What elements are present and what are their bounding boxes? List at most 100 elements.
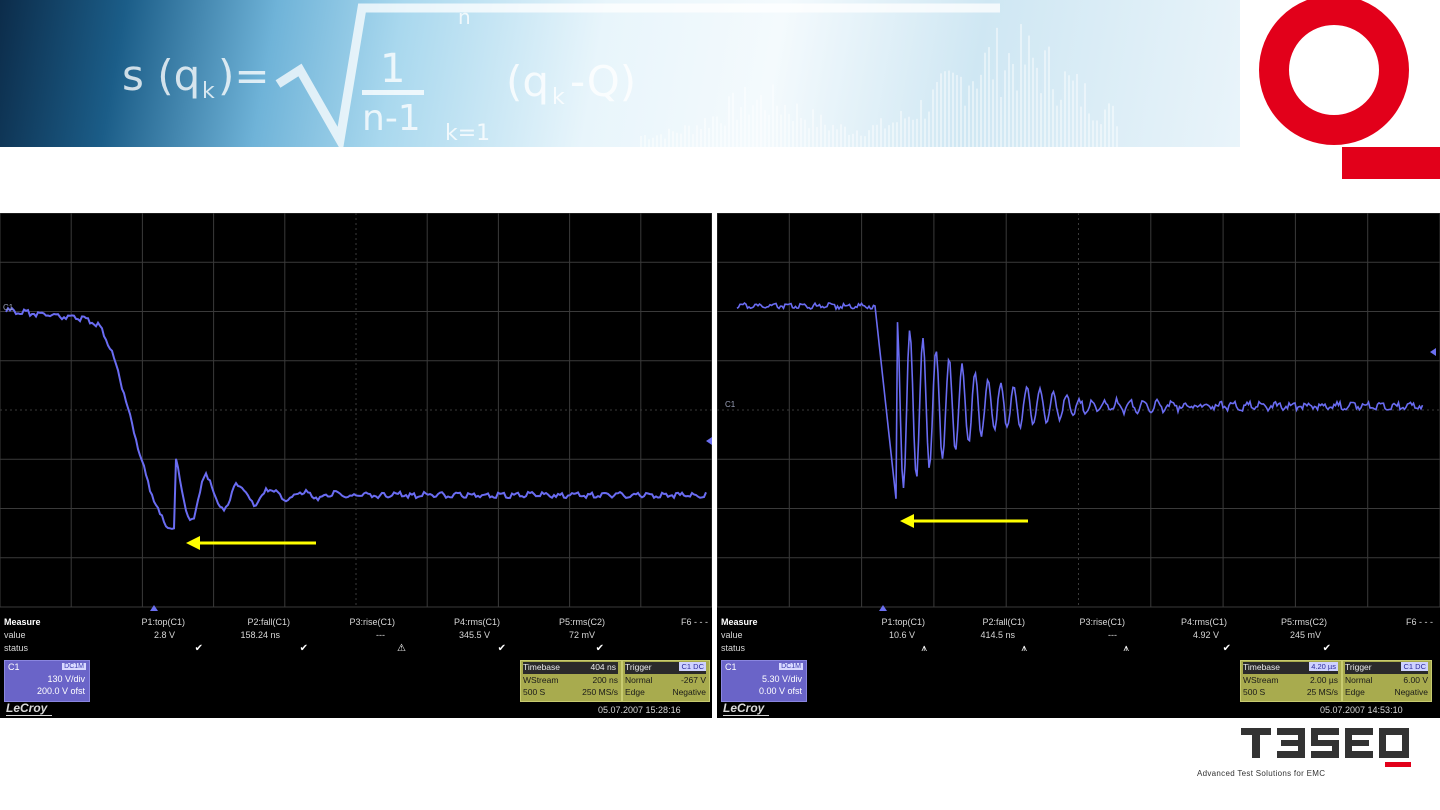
measure-col-name: P3:rise(C1) <box>349 617 395 627</box>
measure-value: 72 mV <box>568 630 595 640</box>
trigger-level-marker <box>706 437 712 445</box>
teseo-logo <box>1241 728 1411 767</box>
stream-label: WStream <box>1243 675 1279 685</box>
status-icon: ✔ <box>1222 643 1231 654</box>
measure-value: --- <box>1108 630 1117 640</box>
lecroy-logo: LeCroy <box>723 701 765 715</box>
measure-value: 10.6 V <box>888 630 915 640</box>
status-icon: ⩚ <box>1123 643 1129 654</box>
measure-col-name: P2:fall(C1) <box>982 617 1025 627</box>
coupling-badge: DC1M <box>62 663 86 670</box>
measure-row-label: value <box>721 630 743 640</box>
measure-value: 158.24 ns <box>240 630 280 640</box>
channel-marker: C1 <box>3 303 14 312</box>
oscilloscope-screen-left: C1 Measure P1:top(C1) P2:fall(C1) P3:ris… <box>0 213 712 718</box>
formula-rhs: (q <box>506 57 549 106</box>
sample-rate: 25 MS/s <box>1306 687 1338 697</box>
fraction-bar <box>362 90 424 95</box>
formula-lhs-sub: k <box>202 79 215 104</box>
measure-col-name: P3:rise(C1) <box>1079 617 1125 627</box>
trigger-box[interactable]: Trigger C1 DC Normal 6.00 V Edge Negative <box>1342 660 1432 702</box>
measure-col-name: F6 - - - <box>681 617 708 627</box>
trigger-mode: Normal <box>625 675 653 685</box>
sample-count: 500 S <box>1243 687 1266 697</box>
coupling-badge: DC1M <box>779 663 803 670</box>
measure-row-label: status <box>721 643 746 653</box>
trigger-source: C1 DC <box>679 662 706 671</box>
measure-col-name: P5:rms(C2) <box>1280 617 1327 627</box>
measure-value: 4.92 V <box>1192 630 1219 640</box>
channel-name: C1 <box>8 662 20 672</box>
highlight-arrow <box>186 536 316 550</box>
measure-value: 2.8 V <box>153 630 175 640</box>
measure-value: 414.5 ns <box>980 630 1015 640</box>
oscilloscope-screen-right: C1 Measure P1:top(C1) P2:fall(C1) P3:ris… <box>717 213 1440 718</box>
measure-col-name: P5:rms(C2) <box>558 617 605 627</box>
measure-title: Measure <box>721 617 758 627</box>
formula-sum-sub: k=1 <box>445 121 490 146</box>
trigger-box[interactable]: Trigger C1 DC Normal -267 V Edge Negative <box>622 660 710 702</box>
sample-rate: 250 MS/s <box>582 687 618 697</box>
lecroy-underline <box>723 715 769 716</box>
channel-marker: C1 <box>725 400 736 409</box>
channel-descriptor-box[interactable]: C1 DC1M 130 V/div 200.0 V ofst <box>4 660 90 702</box>
formula-rhs-sub: k <box>552 85 565 110</box>
header-banner: s (q k )= 1 n-1 n k=1 (q k -Q) <box>0 0 1240 147</box>
vertical-offset: 200.0 V ofst <box>36 686 85 696</box>
lecroy-underline <box>6 715 52 716</box>
stream-value: 200 ns <box>592 675 618 685</box>
logo-tagline: Advanced Test Solutions for EMC <box>1197 769 1326 778</box>
timebase-box[interactable]: Timebase 404 ns WStream 200 ns 500 S 250 MS… <box>520 660 622 702</box>
sample-count: 500 S <box>523 687 546 697</box>
formula-graphic: s (q k )= 1 n-1 n k=1 (q k -Q) <box>122 3 1118 147</box>
trigger-mode: Normal <box>1345 675 1373 685</box>
trigger-level: -267 V <box>680 675 706 685</box>
channel-descriptor-box[interactable]: C1 DC1M 5.30 V/div 0.00 V ofst <box>721 660 807 702</box>
measure-col-name: P2:fall(C1) <box>247 617 290 627</box>
trigger-position-marker <box>879 605 887 611</box>
brand-ring-icon <box>1259 0 1409 145</box>
measure-col-name: P4:rms(C1) <box>453 617 500 627</box>
measure-value: --- <box>376 630 385 640</box>
status-icon: ✔ <box>595 643 604 654</box>
status-icon: ✔ <box>194 643 203 654</box>
trigger-label: Trigger <box>625 662 652 672</box>
trigger-slope: Negative <box>672 687 706 697</box>
formula-numerator: 1 <box>380 46 405 92</box>
timebase-box[interactable]: Timebase 4.20 µs WStream 2.00 µs 500 S 25 M… <box>1240 660 1342 702</box>
channel-name: C1 <box>725 662 737 672</box>
scope-graticule <box>0 213 712 611</box>
measure-value: 245 mV <box>1289 630 1321 640</box>
warning-icon: ⚠ <box>397 643 406 654</box>
status-icon: ✔ <box>299 643 308 654</box>
timebase-label: Timebase <box>523 662 561 672</box>
measure-value: 345.5 V <box>458 630 490 640</box>
status-icon: ⩚ <box>1021 643 1027 654</box>
trigger-position-marker <box>150 605 158 611</box>
trigger-label: Trigger <box>1345 662 1372 672</box>
formula-rhs-tail: -Q) <box>570 57 636 106</box>
trigger-slope: Negative <box>1394 687 1428 697</box>
measure-row-label: status <box>4 643 29 653</box>
timebase-value: 4.20 µs <box>1309 662 1338 671</box>
vertical-scale: 5.30 V/div <box>761 674 802 684</box>
stream-value: 2.00 µs <box>1309 675 1338 685</box>
vertical-scale: 130 V/div <box>47 674 85 684</box>
timestamp: 05.07.2007 14:53:10 <box>1320 705 1403 715</box>
waveform-trace <box>736 301 1424 499</box>
logo-red-underline <box>1385 762 1411 767</box>
measure-col-name: F6 - - - <box>1406 617 1433 627</box>
highlight-arrow <box>900 514 1028 528</box>
stream-label: WStream <box>523 675 559 685</box>
trigger-type: Edge <box>625 687 645 697</box>
trigger-level-marker <box>1430 348 1436 356</box>
timebase-label: Timebase <box>1243 662 1281 672</box>
formula-denominator: n-1 <box>362 98 421 139</box>
measure-title: Measure <box>4 617 41 627</box>
brand-red-bar <box>1342 147 1440 179</box>
measure-row-label: value <box>4 630 26 640</box>
measure-col-name: P1:top(C1) <box>881 617 925 627</box>
status-icon: ⩚ <box>921 643 927 654</box>
timebase-value: 404 ns <box>590 662 616 672</box>
status-icon: ✔ <box>497 643 506 654</box>
